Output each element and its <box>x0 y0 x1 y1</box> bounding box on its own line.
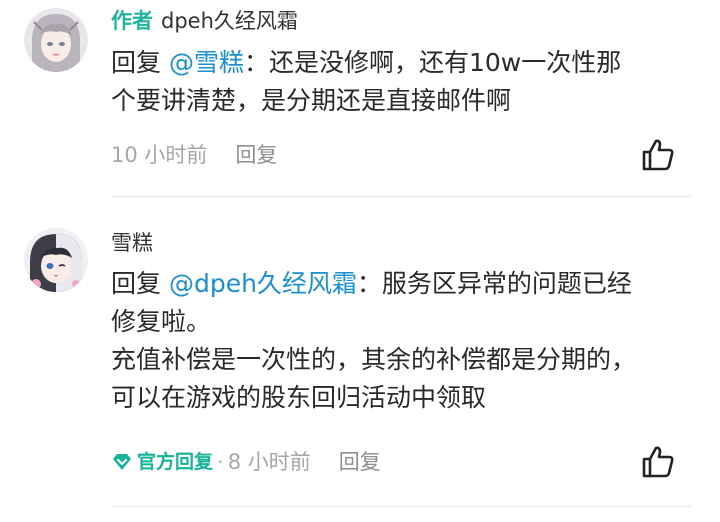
thumbs-up-icon <box>642 446 674 478</box>
comment-line: 修复啦。 <box>111 307 212 336</box>
reply-button[interactable]: 回复 <box>339 449 381 475</box>
avatar[interactable] <box>24 228 88 292</box>
comment-header: 雪糕 <box>111 230 153 256</box>
username[interactable]: 雪糕 <box>111 231 153 255</box>
comment-body: 回复 @dpeh久经风霜：服务区异常的问题已经 修复啦。 充值补偿是一次性的，其… <box>111 265 701 417</box>
official-badge-icon <box>113 454 131 470</box>
avatar-image <box>24 228 88 292</box>
divider <box>111 506 692 507</box>
mention-link[interactable]: @dpeh久经风霜 <box>169 269 357 298</box>
like-button[interactable] <box>640 444 676 480</box>
comment-line: 充值补偿是一次性的，其余的补偿都是分期的， <box>111 345 637 374</box>
comment-line: 回复 @dpeh久经风霜：服务区异常的问题已经 <box>111 265 701 303</box>
official-reply-badge: 官方回复 <box>111 449 213 475</box>
official-reply-label: 官方回复 <box>137 451 214 473</box>
separator-dot: · <box>217 450 224 474</box>
comment-line: 可以在游戏的股东回归活动中领取 <box>111 383 487 412</box>
comment-text: ：服务区异常的问题已经 <box>356 269 632 298</box>
comment-item: 雪糕 回复 @dpeh久经风霜：服务区异常的问题已经 修复啦。 充值补偿是一次性… <box>0 0 720 522</box>
timestamp: 8 小时前 <box>227 450 311 474</box>
comment-meta: 官方回复 · 8 小时前 回复 <box>111 449 381 475</box>
reply-prefix: 回复 <box>111 269 169 298</box>
